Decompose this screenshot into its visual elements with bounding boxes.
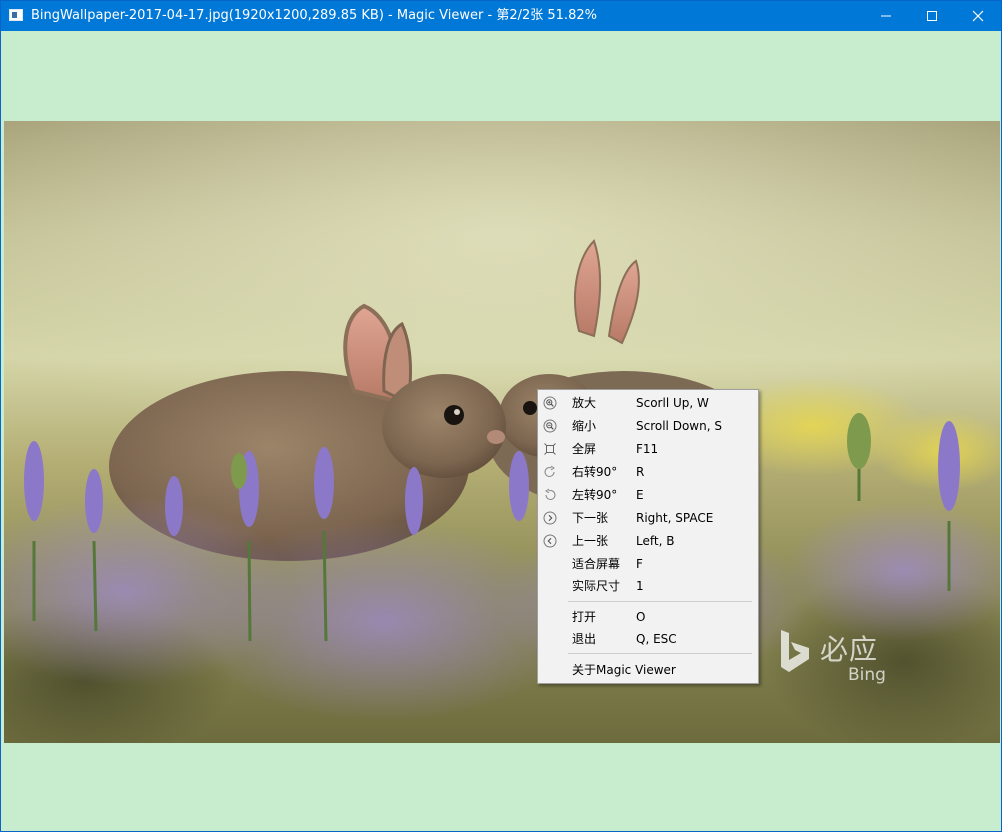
menu-shortcut: O — [636, 610, 646, 624]
menu-label: 全屏 — [572, 442, 597, 456]
menu-shortcut: Scorll Up, W — [636, 396, 709, 410]
bing-watermark-cn: 必应 — [820, 633, 879, 666]
menu-item-zoom-in[interactable]: 放大 Scorll Up, W — [538, 392, 758, 414]
menu-shortcut: Right, SPACE — [636, 511, 714, 525]
maximize-button[interactable] — [909, 1, 955, 31]
context-menu: 放大 Scorll Up, W 缩小 Scroll Down, S 全屏 F11 — [537, 389, 759, 684]
bing-logo-icon — [781, 630, 809, 672]
fullscreen-icon — [544, 443, 556, 455]
menu-label: 左转90° — [572, 488, 618, 502]
menu-item-next[interactable]: 下一张 Right, SPACE — [538, 507, 758, 529]
previous-icon — [543, 534, 557, 548]
menu-shortcut: Left, B — [636, 534, 675, 548]
menu-item-rotate-left[interactable]: 左转90° E — [538, 484, 758, 506]
menu-label: 退出 — [572, 632, 597, 646]
menu-item-exit[interactable]: 退出 Q, ESC — [538, 628, 758, 650]
minimize-icon — [881, 15, 891, 17]
viewer-window: BingWallpaper-2017-04-17.jpg(1920x1200,2… — [0, 0, 1002, 832]
bing-watermark-en: Bing — [848, 665, 886, 685]
maximize-icon — [927, 11, 937, 21]
menu-shortcut: 1 — [636, 579, 644, 593]
menu-item-previous[interactable]: 上一张 Left, B — [538, 530, 758, 552]
menu-separator — [568, 653, 752, 654]
menu-item-about[interactable]: 关于Magic Viewer — [538, 659, 758, 681]
menu-label: 缩小 — [572, 419, 597, 433]
window-title: BingWallpaper-2017-04-17.jpg(1920x1200,2… — [31, 8, 597, 23]
rotate-left-icon — [545, 488, 556, 501]
next-icon — [543, 511, 557, 525]
minimize-button[interactable] — [863, 1, 909, 31]
menu-item-zoom-out[interactable]: 缩小 Scroll Down, S — [538, 415, 758, 437]
zoom-in-icon — [543, 396, 557, 410]
wallpaper-image[interactable]: 必应 Bing — [4, 121, 1000, 743]
menu-label: 上一张 — [572, 534, 609, 548]
menu-shortcut: Q, ESC — [636, 632, 677, 646]
menu-label: 实际尺寸 — [572, 579, 621, 593]
menu-separator — [568, 601, 752, 602]
menu-item-fit-screen[interactable]: 适合屏幕 F — [538, 553, 758, 575]
menu-label: 打开 — [572, 610, 597, 624]
menu-item-actual-size[interactable]: 实际尺寸 1 — [538, 575, 758, 597]
menu-shortcut: F — [636, 557, 643, 571]
menu-shortcut: E — [636, 488, 644, 502]
menu-item-fullscreen[interactable]: 全屏 F11 — [538, 438, 758, 460]
rotate-right-icon — [544, 465, 555, 478]
menu-shortcut: F11 — [636, 442, 659, 456]
close-icon — [972, 10, 984, 22]
menu-label: 右转90° — [572, 465, 618, 479]
close-button[interactable] — [955, 1, 1001, 31]
menu-item-rotate-right[interactable]: 右转90° R — [538, 461, 758, 483]
menu-shortcut: Scroll Down, S — [636, 419, 722, 433]
zoom-out-icon — [543, 419, 557, 433]
menu-label: 放大 — [572, 396, 597, 410]
menu-shortcut: R — [636, 465, 645, 479]
menu-label: 下一张 — [572, 511, 609, 525]
menu-label: 关于Magic Viewer — [572, 663, 676, 677]
menu-item-open[interactable]: 打开 O — [538, 606, 758, 628]
title-bar[interactable]: BingWallpaper-2017-04-17.jpg(1920x1200,2… — [1, 1, 1001, 31]
menu-label: 适合屏幕 — [572, 557, 621, 571]
app-icon — [9, 9, 23, 21]
bing-watermark: 必应 Bing — [778, 629, 888, 689]
